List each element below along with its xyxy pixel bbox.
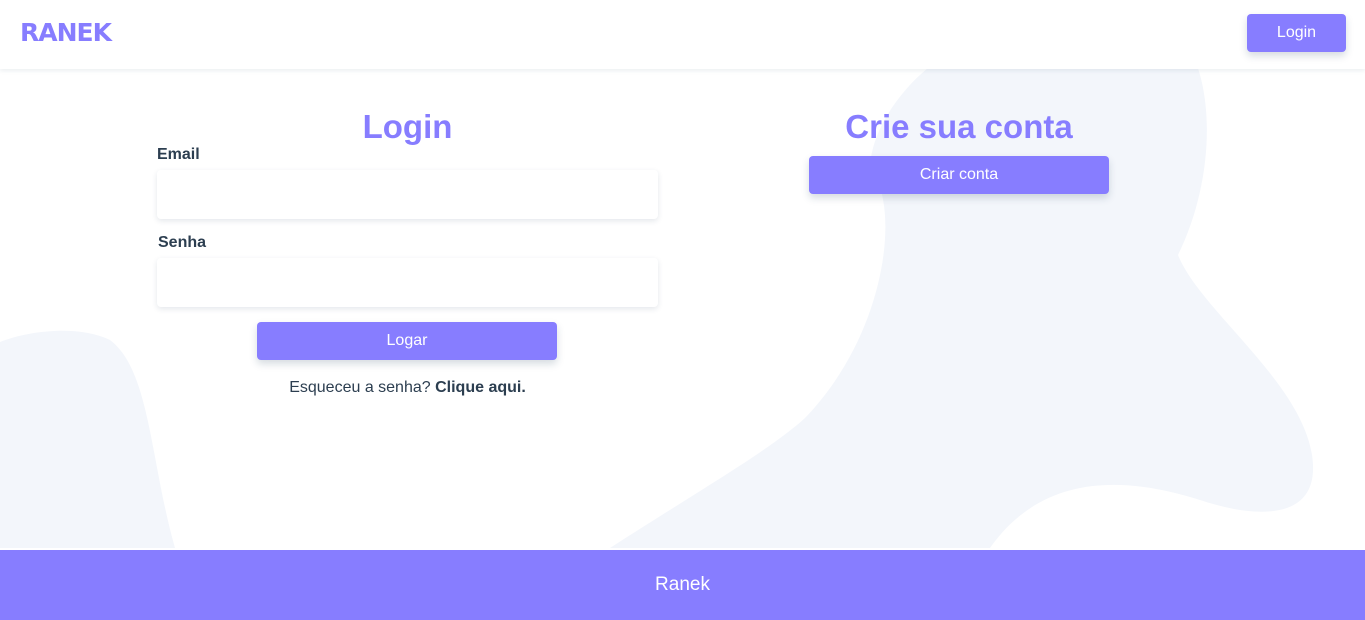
footer: Ranek	[0, 550, 1365, 620]
forgot-password-text: Esqueceu a senha? Clique aqui.	[157, 379, 658, 397]
email-field[interactable]	[157, 170, 658, 219]
login-title: Login	[362, 108, 453, 145]
top-navbar: RANEK Login	[0, 0, 1365, 69]
email-label: Email	[157, 146, 200, 163]
password-field[interactable]	[157, 258, 658, 307]
main-content: Login Email Senha Logar Esqueceu a senha…	[0, 69, 1365, 550]
password-label: Senha	[158, 234, 207, 251]
forgot-password-link[interactable]: Clique aqui.	[435, 379, 526, 396]
ranek-logo[interactable]: RANEK	[20, 18, 112, 47]
footer-text: Ranek	[655, 574, 710, 595]
header-login-button[interactable]: Login	[1247, 14, 1346, 52]
logar-button[interactable]: Logar	[257, 322, 557, 360]
signup-title: Crie sua conta	[845, 108, 1073, 145]
forgot-password-question: Esqueceu a senha?	[289, 379, 431, 396]
create-account-button[interactable]: Criar conta	[809, 156, 1109, 194]
